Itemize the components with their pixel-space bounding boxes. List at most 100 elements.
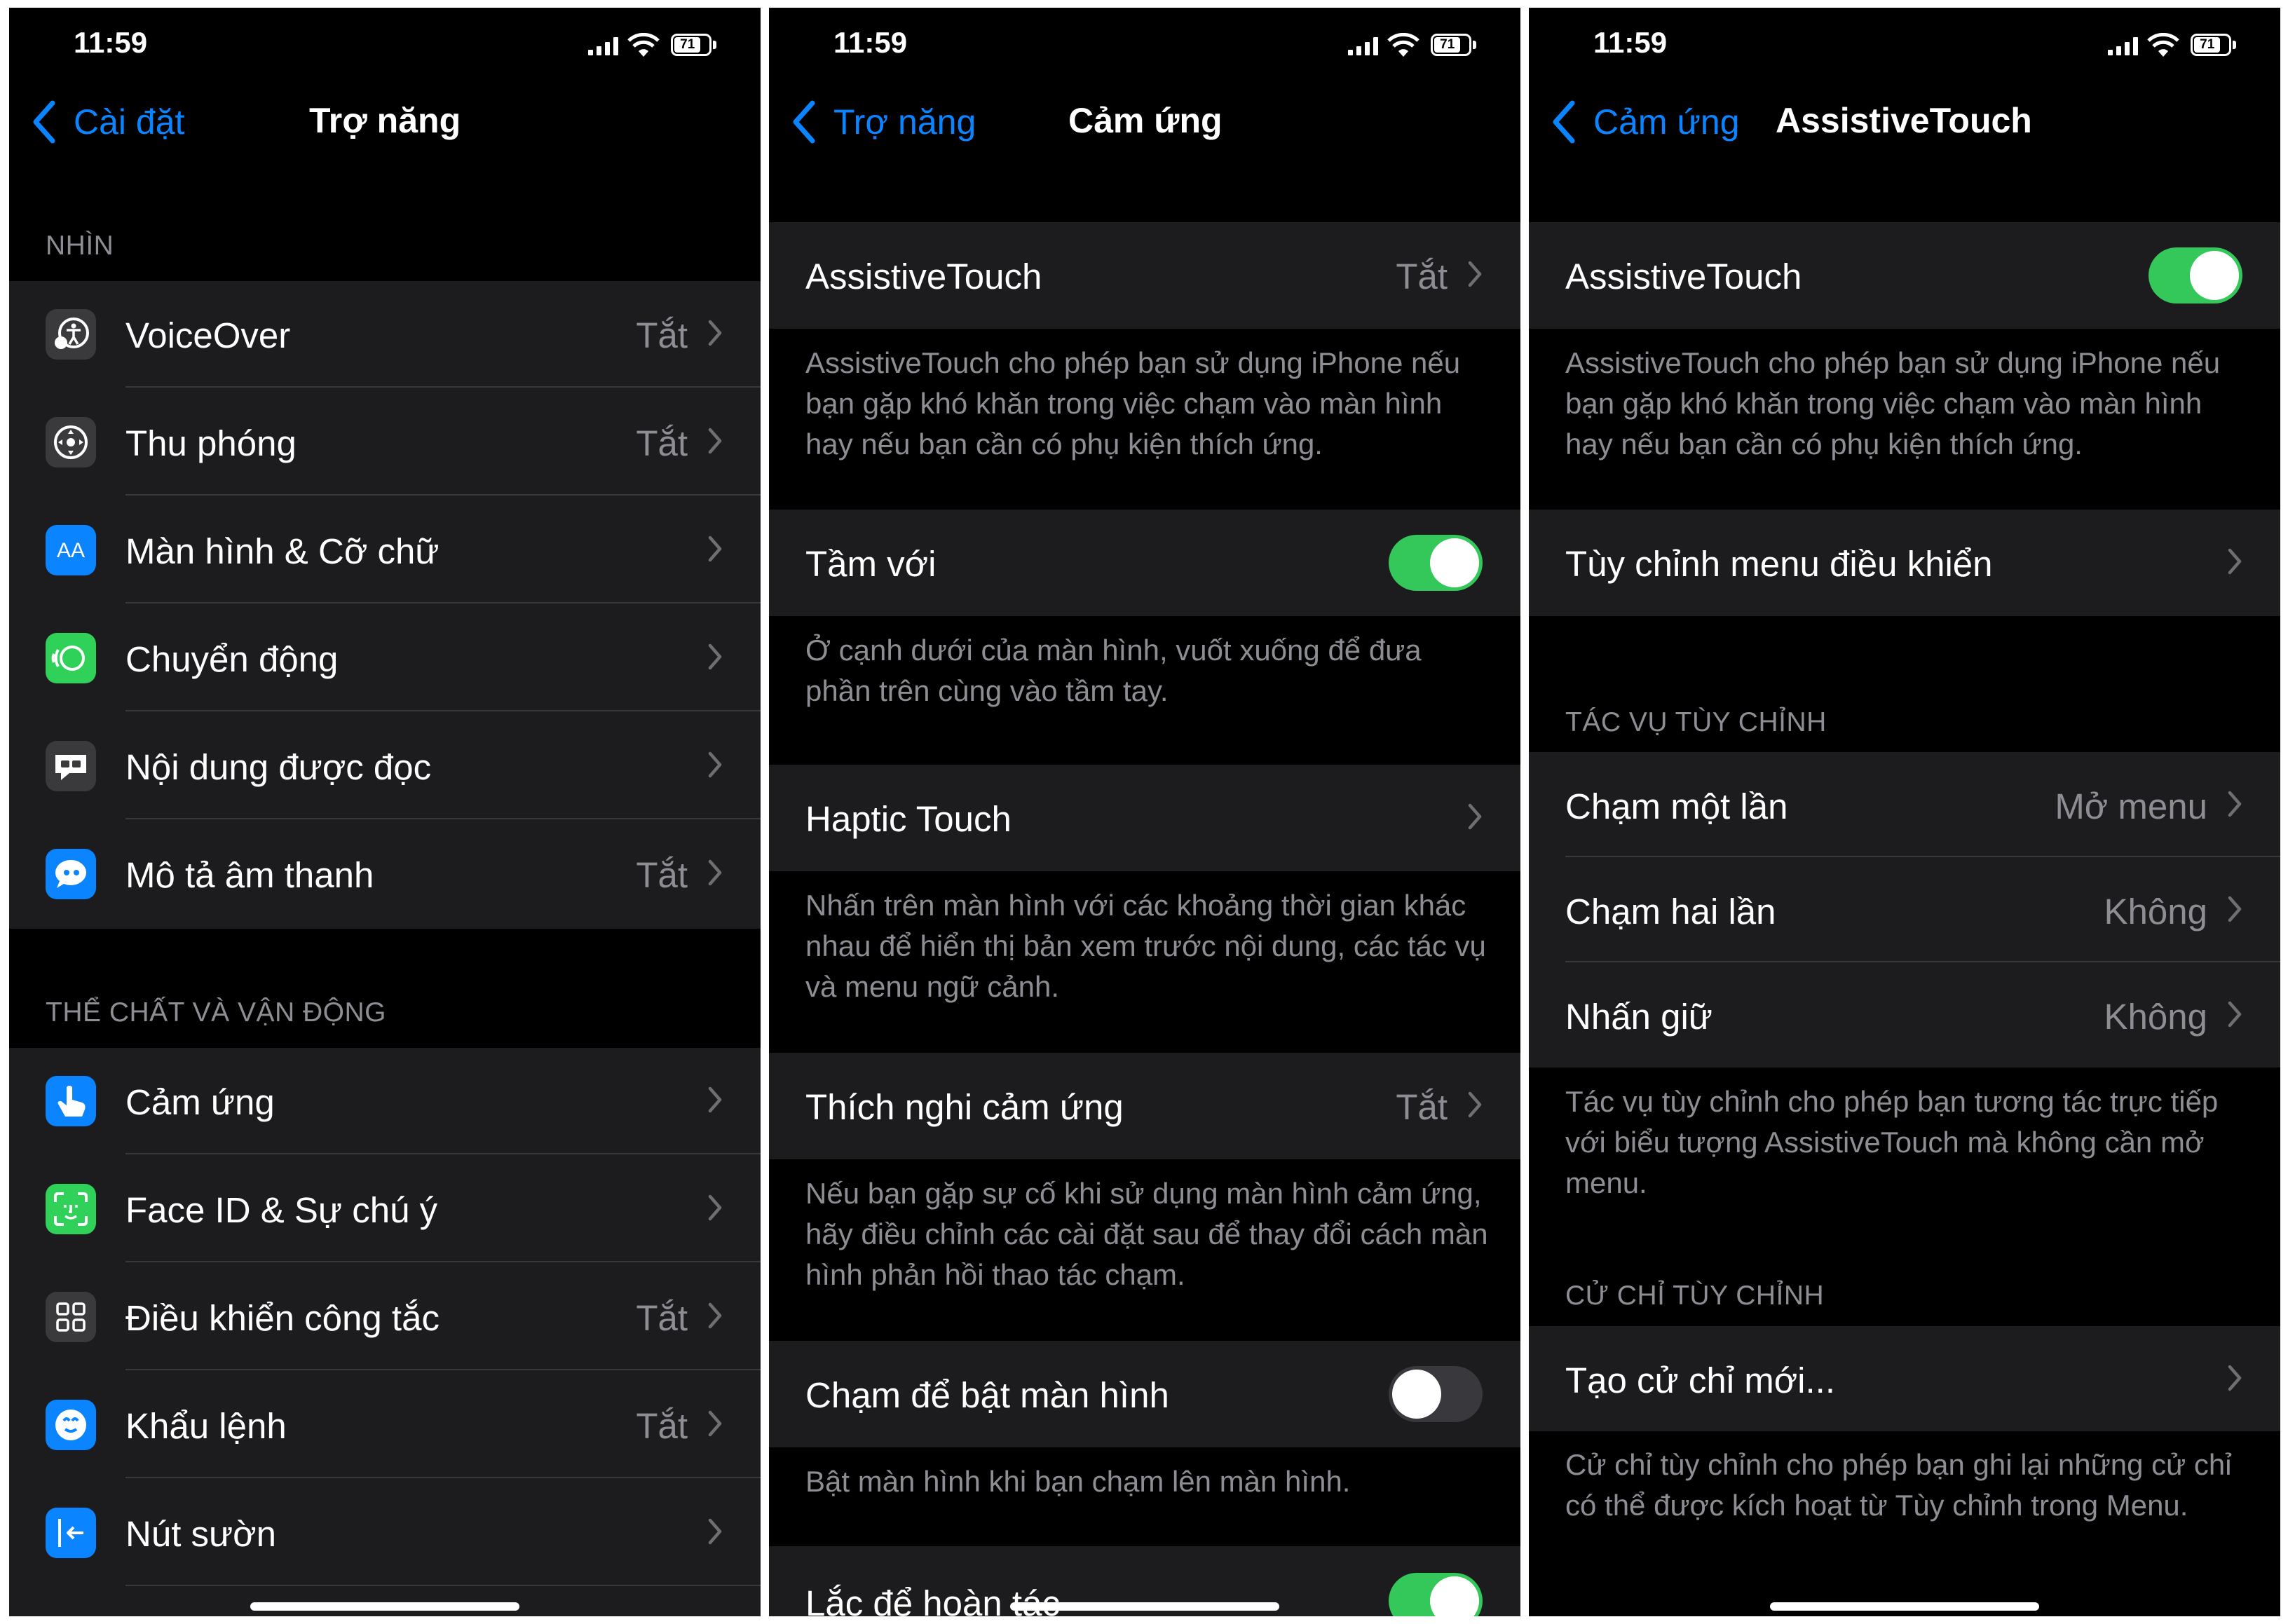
back-button[interactable]: Cảm ứng [1550,97,1740,146]
side-button-icon [46,1508,96,1558]
row-value: Tắt [636,855,688,895]
home-indicator[interactable] [1010,1602,1279,1611]
touch-screen: 11:59 71 Trợ năng Cảm ứng AssistiveTouch… [769,8,1520,1616]
row-label: Nhấn giữ [1565,997,1712,1037]
navigation-bar: Trợ năng Cảm ứng [769,85,1520,162]
custom-actions-group: Chạm một lần Mở menu Chạm hai lần Không … [1529,752,2280,1067]
section-header-custom-actions: TÁC VỤ TÙY CHỈNH [1565,707,1827,737]
row-single-tap[interactable]: Chạm một lần Mở menu [1529,752,2280,857]
battery-cap [1473,41,1476,49]
row-long-press[interactable]: Nhấn giữ Không [1529,962,2280,1067]
assistivetouch-screen: 11:59 71 Cảm ứng AssistiveTouch Assistiv… [1529,8,2280,1616]
battery-cap [2233,41,2236,49]
row-motion[interactable]: Chuyển động [9,605,761,711]
row-label: Nội dung được đọc [125,747,432,787]
row-label: Tạo cử chỉ mới... [1565,1360,1835,1400]
row-assistivetouch[interactable]: AssistiveTouch Tắt [769,222,1520,329]
chevron-right-icon [708,751,722,778]
row-side-button[interactable]: Nút sườn [9,1480,761,1586]
row-switch-control[interactable]: Điều khiển công tắc Tắt [9,1264,761,1370]
toggle-knob [1430,538,1479,587]
battery-level: 71 [674,37,701,53]
row-touch[interactable]: Cảm ứng [9,1048,761,1154]
battery-cap [713,41,716,49]
row-create-new-gesture[interactable]: Tạo cử chỉ mới... [1529,1326,2280,1431]
chevron-left-icon [33,100,55,144]
motion-icon [46,633,96,683]
voiceover-icon [46,309,96,360]
row-separator [125,386,761,388]
audio-description-icon [46,849,96,899]
assistivetouch-group: AssistiveTouch Tắt [769,222,1520,329]
chevron-right-icon [708,1086,722,1113]
row-value: Tắt [636,423,688,463]
touch-icon [46,1076,96,1126]
chevron-right-icon [2228,1365,2242,1391]
row-label: Màn hình & Cỡ chữ [125,531,440,571]
chevron-right-icon [2228,1001,2242,1028]
battery-icon: 71 [671,34,711,56]
status-bar: 11:59 71 [769,8,1520,78]
row-display-text-size[interactable]: AA Màn hình & Cỡ chữ [9,497,761,603]
row-separator [125,1477,761,1478]
row-spoken-content[interactable]: Nội dung được đọc [9,713,761,819]
tap-to-wake-group: Chạm để bật màn hình [769,1341,1520,1447]
row-voice-control[interactable]: Khẩu lệnh Tắt [9,1372,761,1478]
assistivetouch-toggle[interactable] [2149,247,2242,303]
home-indicator[interactable] [250,1602,519,1611]
row-tap-to-wake: Chạm để bật màn hình [769,1341,1520,1447]
back-label: Cảm ứng [1593,102,1740,142]
zoom-icon [46,417,96,468]
row-double-tap[interactable]: Chạm hai lần Không [1529,857,2280,962]
row-label: Chuyển động [125,639,339,679]
status-bar: 11:59 71 [9,8,761,78]
row-label: VoiceOver [125,315,291,355]
row-label: Thu phóng [125,423,297,463]
row-face-id-attention[interactable]: Face ID & Sự chú ý [9,1156,761,1262]
wifi-icon [2147,33,2179,57]
chevron-right-icon [708,1518,722,1545]
navigation-bar: Cài đặt Trợ năng [9,85,761,162]
custom-gestures-group: Tạo cử chỉ mới... [1529,1326,2280,1431]
navigation-bar: Cảm ứng AssistiveTouch [1529,85,2280,162]
row-label: Chạm để bật màn hình [805,1375,1169,1415]
row-customize-top-level-menu[interactable]: Tùy chỉnh menu điều khiển [1529,510,2280,616]
row-label: Lắc để hoàn tác [805,1583,1060,1616]
row-label: Chạm một lần [1565,786,1788,826]
toggle-knob [1430,1576,1479,1616]
row-touch-accommodations[interactable]: Thích nghi cảm ứng Tắt [769,1053,1520,1159]
touch-accommodations-group: Thích nghi cảm ứng Tắt [769,1053,1520,1159]
row-voiceover[interactable]: VoiceOver Tắt [9,281,761,388]
custom-actions-description: Tác vụ tùy chỉnh cho phép bạn tương tác … [1565,1085,2219,1199]
back-button[interactable]: Cài đặt [30,97,184,146]
row-label: Mô tả âm thanh [125,855,374,895]
row-value: Tắt [636,1406,688,1446]
reachability-toggle[interactable] [1389,535,1483,591]
chevron-right-icon [2228,548,2242,575]
wifi-icon [627,33,660,57]
section-header-vision: NHÌN [46,231,114,261]
row-haptic-touch[interactable]: Haptic Touch [769,765,1520,871]
toggle-knob [2190,251,2239,300]
page-title: Cảm ứng [1068,101,1223,140]
row-value: Tắt [1396,257,1448,296]
row-value: Không [2104,997,2207,1037]
text-size-icon: AA [46,525,96,575]
chevron-right-icon [708,1302,722,1329]
vision-group: VoiceOver Tắt Thu phóng Tắt AA Màn hình … [9,281,761,929]
row-zoom[interactable]: Thu phóng Tắt [9,389,761,496]
shake-to-undo-toggle[interactable] [1389,1573,1483,1616]
row-label: Nút sườn [125,1514,276,1554]
face-id-icon [46,1184,96,1234]
page-title: Trợ năng [309,101,461,140]
tap-to-wake-toggle[interactable] [1389,1366,1483,1422]
row-separator [125,1585,761,1586]
section-header-custom-gestures: CỬ CHỈ TÙY CHỈNH [1565,1281,1825,1311]
chevron-right-icon [708,643,722,670]
home-indicator[interactable] [1770,1602,2039,1611]
back-button[interactable]: Trợ năng [790,97,976,146]
tap-to-wake-description: Bật màn hình khi bạn chạm lên màn hình. [805,1465,1351,1498]
haptic-group: Haptic Touch [769,765,1520,871]
row-audio-descriptions[interactable]: Mô tả âm thanh Tắt [9,821,761,927]
row-label: Tùy chỉnh menu điều khiển [1565,544,1993,584]
